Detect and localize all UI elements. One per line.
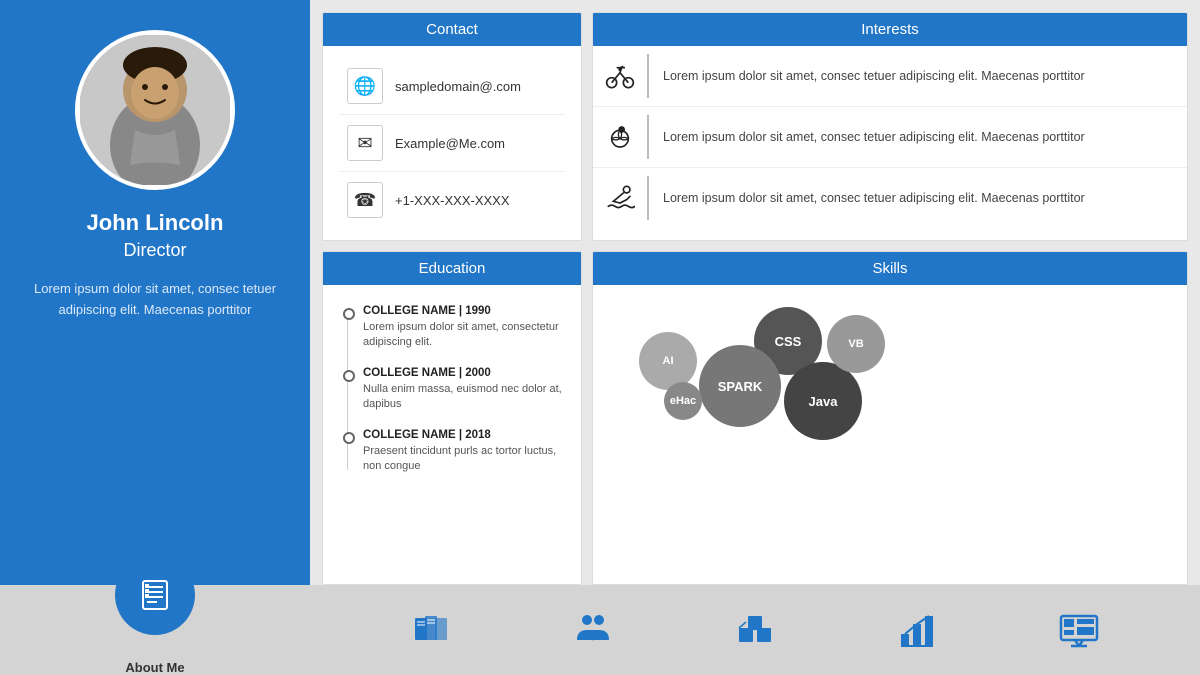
dashboard-nav-icon[interactable] bbox=[1049, 600, 1109, 660]
about-me-label: About Me bbox=[125, 660, 184, 675]
chart-nav-icon[interactable] bbox=[887, 600, 947, 660]
swim-icon bbox=[605, 176, 649, 220]
person-name: John Lincoln bbox=[87, 210, 224, 236]
skill-bubble-spark: SPARK bbox=[699, 345, 781, 427]
nav-icons bbox=[310, 600, 1200, 660]
education-body: COLLEGE NAME | 1990 Lorem ipsum dolor si… bbox=[323, 285, 581, 494]
person-title: Director bbox=[123, 240, 186, 261]
skill-bubble-vb: VB bbox=[827, 315, 885, 373]
about-me-section: About Me bbox=[0, 585, 310, 675]
contact-header: Contact bbox=[323, 13, 581, 46]
person-bio: Lorem ipsum dolor sit amet, consec tetue… bbox=[20, 279, 290, 321]
interest-item-2: Lorem ipsum dolor sit amet, consec tetue… bbox=[593, 107, 1187, 168]
education-header: Education bbox=[323, 252, 581, 285]
education-card: Education COLLEGE NAME | 1990 Lorem ipsu… bbox=[322, 251, 582, 585]
edu-desc-1: Lorem ipsum dolor sit amet, consectetur … bbox=[363, 320, 565, 351]
edu-desc-2: Nulla enim massa, euismod nec dolor at, … bbox=[363, 382, 565, 413]
contact-phone: +1-XXX-XXX-XXXX bbox=[395, 193, 510, 208]
skill-bubble-ehac: eHac bbox=[664, 382, 702, 420]
bike-icon bbox=[605, 54, 649, 98]
edu-dot-1 bbox=[343, 308, 355, 320]
contact-item-email2: ✉ Example@Me.com bbox=[339, 115, 565, 172]
globe-icon: 🌐 bbox=[347, 68, 383, 104]
interests-card: Interests bbox=[592, 12, 1188, 241]
skill-bubble-java: Java bbox=[784, 362, 862, 440]
edu-item-2: COLLEGE NAME | 2000 Nulla enim massa, eu… bbox=[363, 367, 565, 413]
right-panels: Contact 🌐 sampledomain@.com ✉ Example@Me… bbox=[310, 0, 1200, 585]
books-nav-icon[interactable] bbox=[401, 600, 461, 660]
skill-bubble-ai: AI bbox=[639, 332, 697, 390]
skills-header: Skills bbox=[593, 252, 1187, 285]
envelope-icon: ✉ bbox=[347, 125, 383, 161]
phone-icon: ☎ bbox=[347, 182, 383, 218]
edu-dot-2 bbox=[343, 370, 355, 382]
contact-item-email: 🌐 sampledomain@.com bbox=[339, 58, 565, 115]
skills-body: AICSSSPARKJavaVBeHac bbox=[593, 285, 1187, 469]
interest-item-3: Lorem ipsum dolor sit amet, consec tetue… bbox=[593, 168, 1187, 228]
edu-item-1: COLLEGE NAME | 1990 Lorem ipsum dolor si… bbox=[363, 305, 565, 351]
avatar bbox=[75, 30, 235, 190]
edu-title-3: COLLEGE NAME | 2018 bbox=[363, 429, 565, 441]
interest-item-1: Lorem ipsum dolor sit amet, consec tetue… bbox=[593, 46, 1187, 107]
about-me-circle[interactable] bbox=[115, 555, 195, 635]
left-panel: John Lincoln Director Lorem ipsum dolor … bbox=[0, 0, 310, 585]
education-timeline: COLLEGE NAME | 1990 Lorem ipsum dolor si… bbox=[339, 297, 565, 482]
cube-nav-icon[interactable] bbox=[725, 600, 785, 660]
skills-card: Skills AICSSSPARKJavaVBeHac bbox=[592, 251, 1188, 585]
interests-header: Interests bbox=[593, 13, 1187, 46]
contact-item-phone: ☎ +1-XXX-XXX-XXXX bbox=[339, 172, 565, 228]
interest-text-1: Lorem ipsum dolor sit amet, consec tetue… bbox=[663, 67, 1085, 86]
skills-bubbles: AICSSSPARKJavaVBeHac bbox=[609, 297, 1171, 457]
contact-email2: Example@Me.com bbox=[395, 136, 505, 151]
edu-title-2: COLLEGE NAME | 2000 bbox=[363, 367, 565, 379]
bottom-nav: About Me bbox=[0, 585, 1200, 675]
ball-icon bbox=[605, 115, 649, 159]
interest-text-2: Lorem ipsum dolor sit amet, consec tetue… bbox=[663, 128, 1085, 147]
interest-text-3: Lorem ipsum dolor sit amet, consec tetue… bbox=[663, 189, 1085, 208]
contact-body: 🌐 sampledomain@.com ✉ Example@Me.com ☎ +… bbox=[323, 46, 581, 240]
edu-desc-3: Praesent tincidunt purls ac tortor luctu… bbox=[363, 444, 565, 475]
contact-card: Contact 🌐 sampledomain@.com ✉ Example@Me… bbox=[322, 12, 582, 241]
edu-item-3: COLLEGE NAME | 2018 Praesent tincidunt p… bbox=[363, 429, 565, 475]
top-row: Contact 🌐 sampledomain@.com ✉ Example@Me… bbox=[322, 12, 1188, 241]
edu-title-1: COLLEGE NAME | 1990 bbox=[363, 305, 565, 317]
contact-email: sampledomain@.com bbox=[395, 79, 521, 94]
edu-dot-3 bbox=[343, 432, 355, 444]
bottom-row: Education COLLEGE NAME | 1990 Lorem ipsu… bbox=[322, 251, 1188, 585]
interests-body: Lorem ipsum dolor sit amet, consec tetue… bbox=[593, 46, 1187, 228]
meeting-nav-icon[interactable] bbox=[563, 600, 623, 660]
